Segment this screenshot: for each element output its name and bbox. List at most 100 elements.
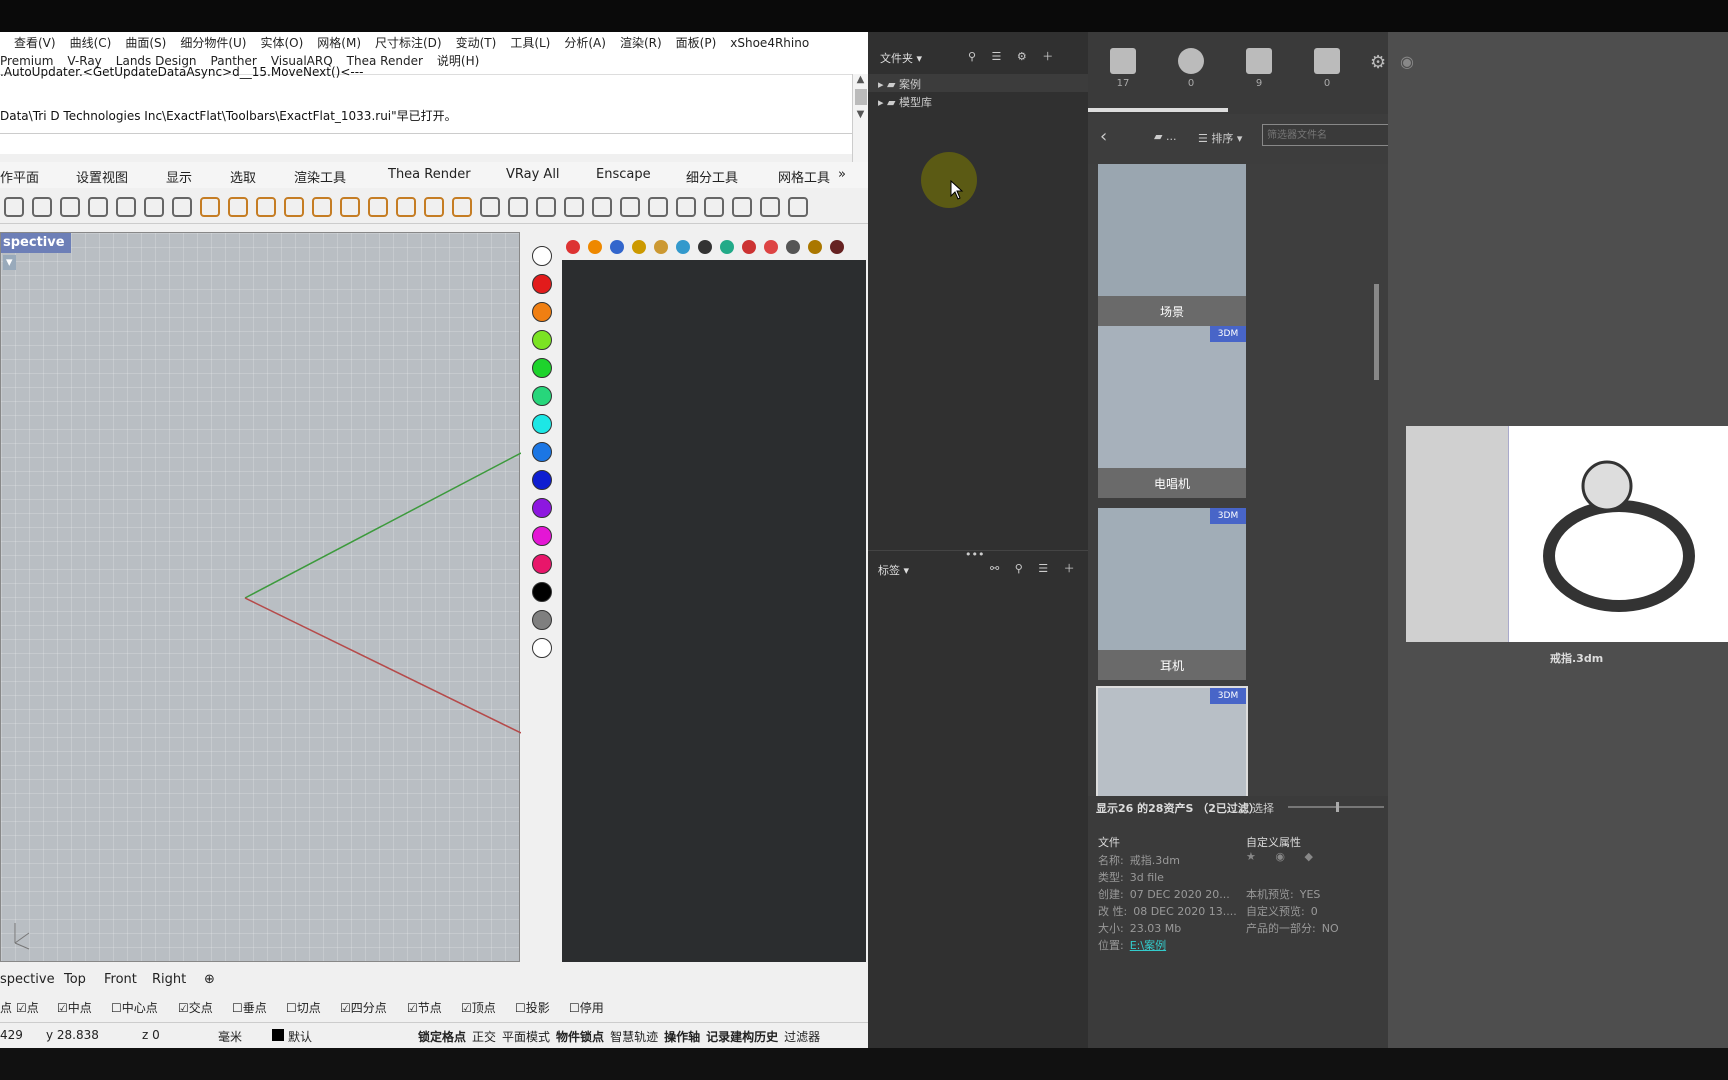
menu-item[interactable]: 实体(O) — [260, 36, 303, 50]
toolbar-tool-icon[interactable] — [536, 197, 556, 217]
vray-tool-icon[interactable] — [698, 240, 712, 254]
menu-item[interactable]: 曲线(C) — [70, 36, 112, 50]
tree-item-models[interactable]: ▸ ▰ 模型库 — [878, 94, 932, 110]
menu-item[interactable]: 曲面(S) — [125, 36, 166, 50]
toolbar-tool-icon[interactable] — [648, 197, 668, 217]
toolbar-tool-icon[interactable] — [228, 197, 248, 217]
menu-item[interactable]: 说明(H) — [437, 54, 479, 68]
viewport-tab[interactable]: spective — [0, 972, 55, 987]
checkbox-checked-icon[interactable]: ☑ — [340, 1001, 351, 1015]
menu-item[interactable]: 工具(L) — [510, 36, 550, 50]
vray-tool-icon[interactable] — [720, 240, 734, 254]
layer-label[interactable]: 默认 — [288, 1028, 312, 1045]
menu-item[interactable]: xShoe4Rhino — [730, 36, 809, 50]
osnap-checkbox[interactable]: ☐切点 — [286, 999, 321, 1016]
osnap-checkbox[interactable]: ☐中心点 — [111, 999, 158, 1016]
status-mode-button[interactable]: 锁定格点 — [418, 1030, 466, 1044]
toolbar-tool-icon[interactable] — [480, 197, 500, 217]
viewport-tab[interactable]: ⊕ — [204, 972, 215, 987]
location-link[interactable]: E:\案例 — [1130, 939, 1166, 952]
color-swatch[interactable] — [532, 302, 552, 322]
viewport-tab[interactable]: Front — [104, 972, 137, 987]
vray-tool-icon[interactable] — [808, 240, 822, 254]
size-slider-thumb[interactable] — [1336, 802, 1339, 812]
toolbar-tool-icon[interactable] — [620, 197, 640, 217]
toolbar-tool-icon[interactable] — [732, 197, 752, 217]
preview-frame[interactable] — [1406, 426, 1728, 642]
perspective-viewport[interactable]: spective ▾ — [0, 232, 521, 962]
status-mode-button[interactable]: 过滤器 — [784, 1030, 820, 1044]
color-swatch[interactable] — [532, 330, 552, 350]
toolbar-tab[interactable]: 网格工具 — [778, 167, 830, 186]
status-mode-button[interactable]: 操作轴 — [664, 1030, 700, 1044]
toolbar-tab[interactable]: 渲染工具 — [294, 167, 346, 186]
folders-header[interactable]: 文件夹 ▾ — [880, 50, 922, 66]
asset-card[interactable]: 场景 — [1098, 164, 1246, 326]
gear-icon[interactable]: ⚙ — [1370, 52, 1386, 73]
toolbar-tab[interactable]: 显示 — [166, 167, 192, 186]
command-scrollbar[interactable]: ▲ ▼ — [852, 74, 868, 164]
category-button[interactable]: 0 — [1296, 42, 1358, 102]
toolbar-tab[interactable]: 选取 — [230, 167, 256, 186]
menu-item[interactable]: 面板(P) — [676, 36, 717, 50]
osnap-checkbox[interactable]: ☑点 — [16, 999, 39, 1016]
color-swatch[interactable] — [532, 386, 552, 406]
viewport-tab[interactable]: Top — [64, 972, 86, 987]
toolbar-tool-icon[interactable] — [340, 197, 360, 217]
checkbox-empty-icon[interactable]: ☐ — [286, 1001, 297, 1015]
checkbox-checked-icon[interactable]: ☑ — [178, 1001, 189, 1015]
toolbar-tab[interactable]: 作平面 — [0, 167, 39, 186]
vray-tool-icon[interactable] — [654, 240, 668, 254]
checkbox-checked-icon[interactable]: ☑ — [407, 1001, 418, 1015]
color-swatch[interactable] — [532, 470, 552, 490]
vray-tool-icon[interactable] — [830, 240, 844, 254]
category-button[interactable]: 17 — [1092, 42, 1154, 102]
toolbar-tool-icon[interactable] — [676, 197, 696, 217]
vray-tool-icon[interactable] — [764, 240, 778, 254]
osnap-checkbox[interactable]: ☑四分点 — [340, 999, 387, 1016]
color-swatch[interactable] — [532, 414, 552, 434]
scroll-up-icon[interactable]: ▲ — [853, 74, 868, 85]
osnap-checkbox[interactable]: ☑顶点 — [461, 999, 496, 1016]
vray-asset-editor[interactable] — [562, 260, 866, 962]
filter-input[interactable] — [1262, 124, 1390, 146]
status-mode-button[interactable]: 物件锁点 — [556, 1030, 604, 1044]
back-arrow-icon[interactable]: ‹ — [1100, 126, 1107, 147]
splitter-dots-icon[interactable]: ••• — [965, 548, 984, 561]
vray-tool-icon[interactable] — [632, 240, 646, 254]
toolbar-tool-icon[interactable] — [788, 197, 808, 217]
asset-card[interactable]: 3DM 耳机 — [1098, 508, 1246, 680]
checkbox-empty-icon[interactable]: ☐ — [111, 1001, 122, 1015]
color-swatch[interactable] — [532, 246, 552, 266]
checkbox-checked-icon[interactable]: ☑ — [16, 1001, 27, 1015]
select-label[interactable]: 选择 — [1252, 800, 1274, 816]
scroll-thumb[interactable] — [854, 89, 867, 105]
color-swatch[interactable] — [532, 582, 552, 602]
grid-scrollbar-thumb[interactable] — [1374, 284, 1379, 380]
toolbar-tool-icon[interactable] — [32, 197, 52, 217]
vray-tool-icon[interactable] — [676, 240, 690, 254]
folder-tools[interactable]: ⚲ ☰ ⚙ ＋ — [968, 48, 1059, 64]
vray-tool-icon[interactable] — [588, 240, 602, 254]
color-swatch[interactable] — [532, 526, 552, 546]
osnap-checkbox[interactable]: ☐投影 — [515, 999, 550, 1016]
vray-tool-icon[interactable] — [742, 240, 756, 254]
toolbar-tool-icon[interactable] — [508, 197, 528, 217]
menu-item[interactable]: 细分物件(U) — [180, 36, 246, 50]
checkbox-checked-icon[interactable]: ☑ — [461, 1001, 472, 1015]
color-swatch[interactable] — [532, 554, 552, 574]
osnap-checkbox[interactable]: ☑交点 — [178, 999, 213, 1016]
menu-item[interactable]: 查看(V) — [14, 36, 56, 50]
status-mode-button[interactable]: 记录建构历史 — [706, 1030, 778, 1044]
osnap-checkbox[interactable]: ☑中点 — [57, 999, 92, 1016]
toolbar-tool-icon[interactable] — [592, 197, 612, 217]
toolbar-tool-icon[interactable] — [60, 197, 80, 217]
checkbox-empty-icon[interactable]: ☐ — [515, 1001, 526, 1015]
color-swatch[interactable] — [532, 442, 552, 462]
vray-tool-icon[interactable] — [610, 240, 624, 254]
toolbar-tool-icon[interactable] — [284, 197, 304, 217]
eye-icon[interactable]: ◉ — [1400, 52, 1414, 71]
osnap-checkbox[interactable]: ☑节点 — [407, 999, 442, 1016]
scroll-down-icon[interactable]: ▼ — [853, 109, 868, 120]
toolbar-tab[interactable]: » — [838, 167, 846, 182]
